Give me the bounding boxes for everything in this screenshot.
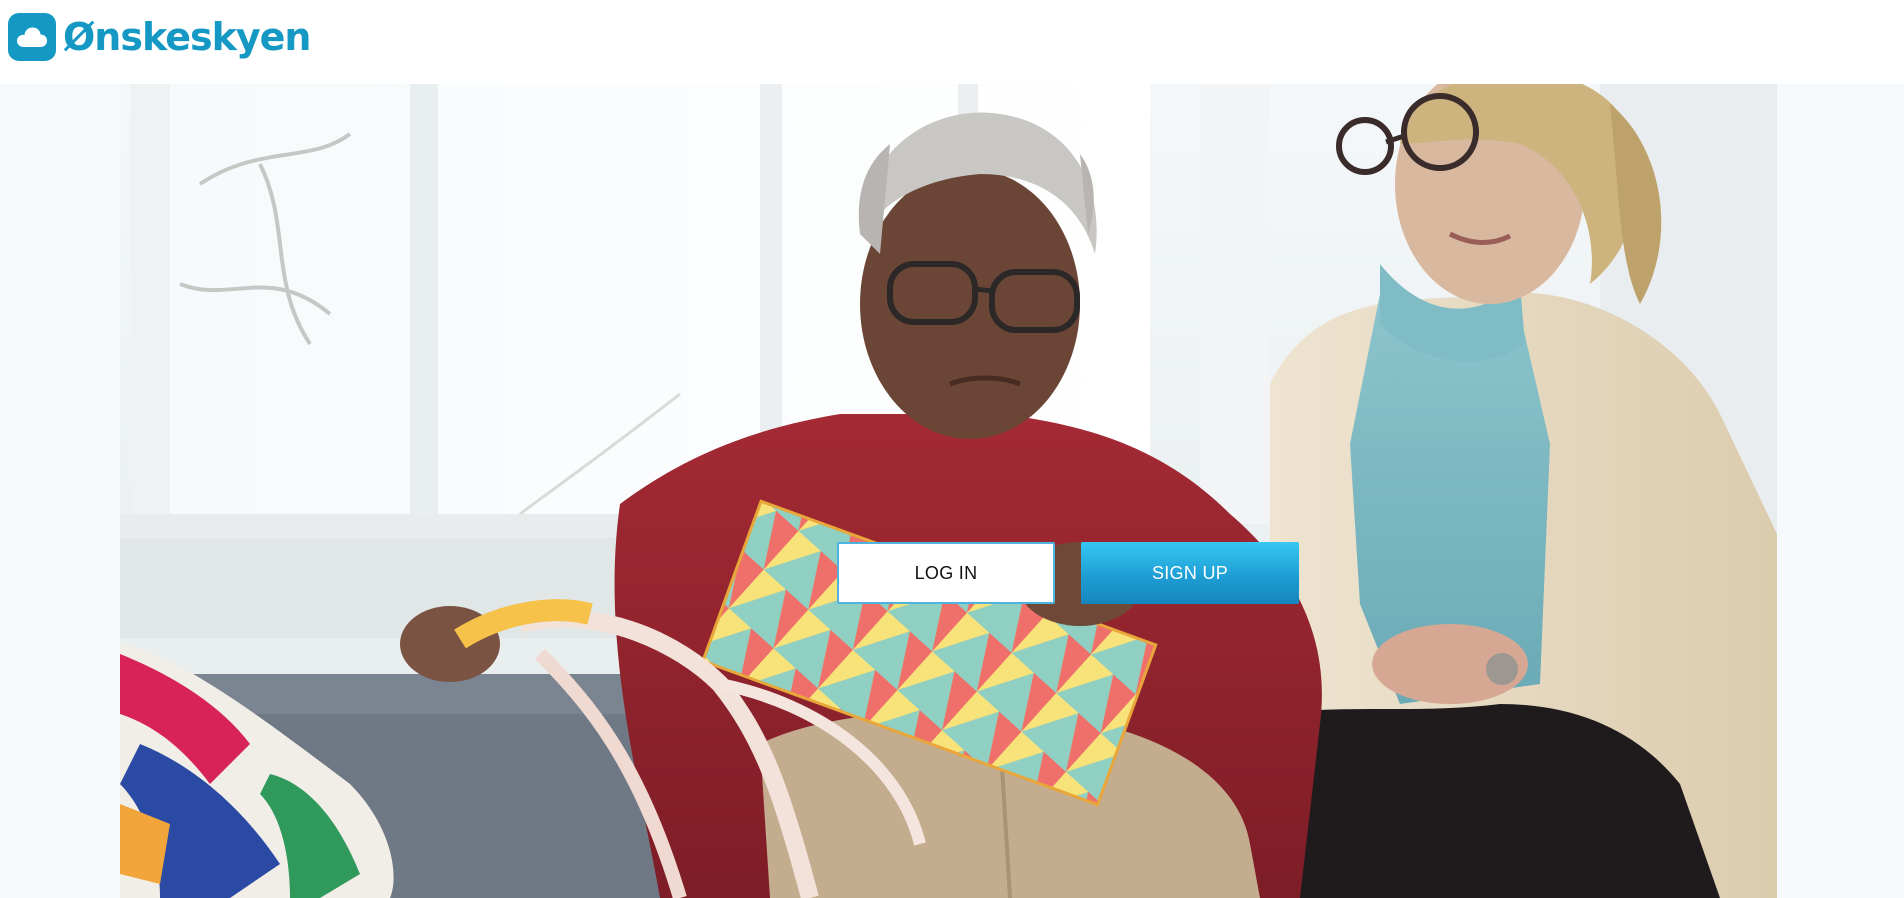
site-header: Ønskeskyen — [0, 0, 1904, 84]
hero-image: LOG IN SIGN UP — [120, 84, 1777, 898]
cloud-icon — [8, 13, 56, 61]
brand-logo[interactable]: Ønskeskyen — [8, 13, 311, 61]
brand-name: Ønskeskyen — [63, 15, 311, 59]
login-button[interactable]: LOG IN — [837, 542, 1055, 604]
signup-button[interactable]: SIGN UP — [1081, 542, 1299, 604]
